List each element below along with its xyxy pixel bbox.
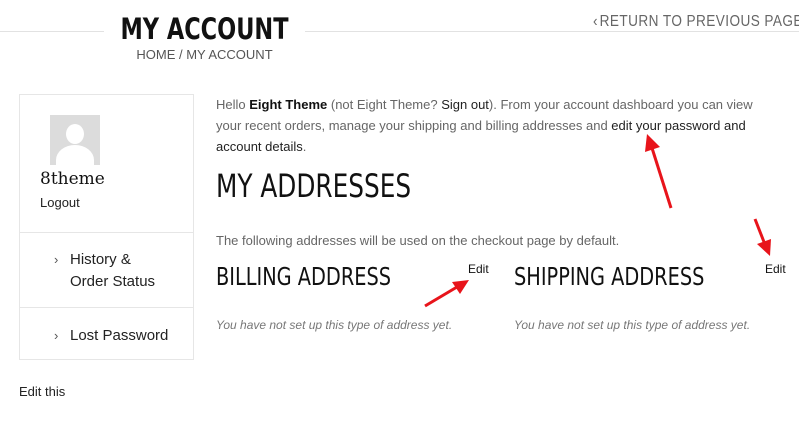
- shipping-address-heading: SHIPPING ADDRESS: [514, 262, 705, 291]
- sidebar-item-label: Order Status: [70, 273, 156, 290]
- return-to-previous-page-link[interactable]: ‹ RETURN TO PREVIOUS PAGE: [593, 13, 799, 31]
- chevron-right-icon: ›: [54, 252, 59, 267]
- account-username: 8theme: [40, 169, 105, 189]
- annotation-arrow-icon: [424, 280, 469, 308]
- intro-username: Eight Theme: [249, 97, 328, 112]
- addresses-heading: MY ADDRESSES: [216, 167, 412, 205]
- intro-text: (not Eight Theme?: [327, 97, 442, 112]
- logout-link[interactable]: Logout: [40, 195, 80, 210]
- shipping-address-empty-message: You have not set up this type of address…: [514, 318, 751, 332]
- breadcrumb[interactable]: HOME / MY ACCOUNT: [104, 47, 305, 62]
- sidebar-item-lost-password[interactable]: › Lost Password: [54, 325, 168, 347]
- title-divider-left: [0, 31, 104, 32]
- edit-shipping-address-link[interactable]: Edit: [765, 262, 786, 276]
- chevron-right-icon: ›: [54, 328, 59, 343]
- addresses-note: The following addresses will be used on …: [216, 233, 620, 248]
- avatar-placeholder-icon: [50, 115, 100, 165]
- sidebar-item-history-order-status[interactable]: › History & Order Status: [54, 249, 155, 293]
- dashboard-intro: Hello Eight Theme (not Eight Theme? Sign…: [216, 94, 776, 157]
- page-title: MY ACCOUNT: [120, 12, 289, 46]
- sidebar-divider: [20, 307, 194, 308]
- account-sidebar: [19, 94, 194, 360]
- sidebar-item-label: Lost Password: [70, 327, 169, 344]
- chevron-left-icon: ‹: [593, 13, 598, 30]
- sidebar-divider: [20, 232, 194, 233]
- sign-out-link[interactable]: Sign out: [441, 97, 489, 112]
- title-divider-right: [305, 31, 799, 32]
- billing-address-heading: BILLING ADDRESS: [216, 262, 392, 291]
- return-link-label: RETURN TO PREVIOUS PAGE: [599, 13, 799, 30]
- edit-billing-address-link[interactable]: Edit: [468, 262, 489, 276]
- sidebar-item-label: History &: [70, 251, 131, 268]
- intro-text: .: [302, 139, 307, 154]
- intro-text: Hello: [216, 97, 250, 112]
- annotation-arrow-icon: [753, 218, 771, 256]
- billing-address-empty-message: You have not set up this type of address…: [216, 318, 453, 332]
- edit-this-link[interactable]: Edit this: [19, 384, 65, 399]
